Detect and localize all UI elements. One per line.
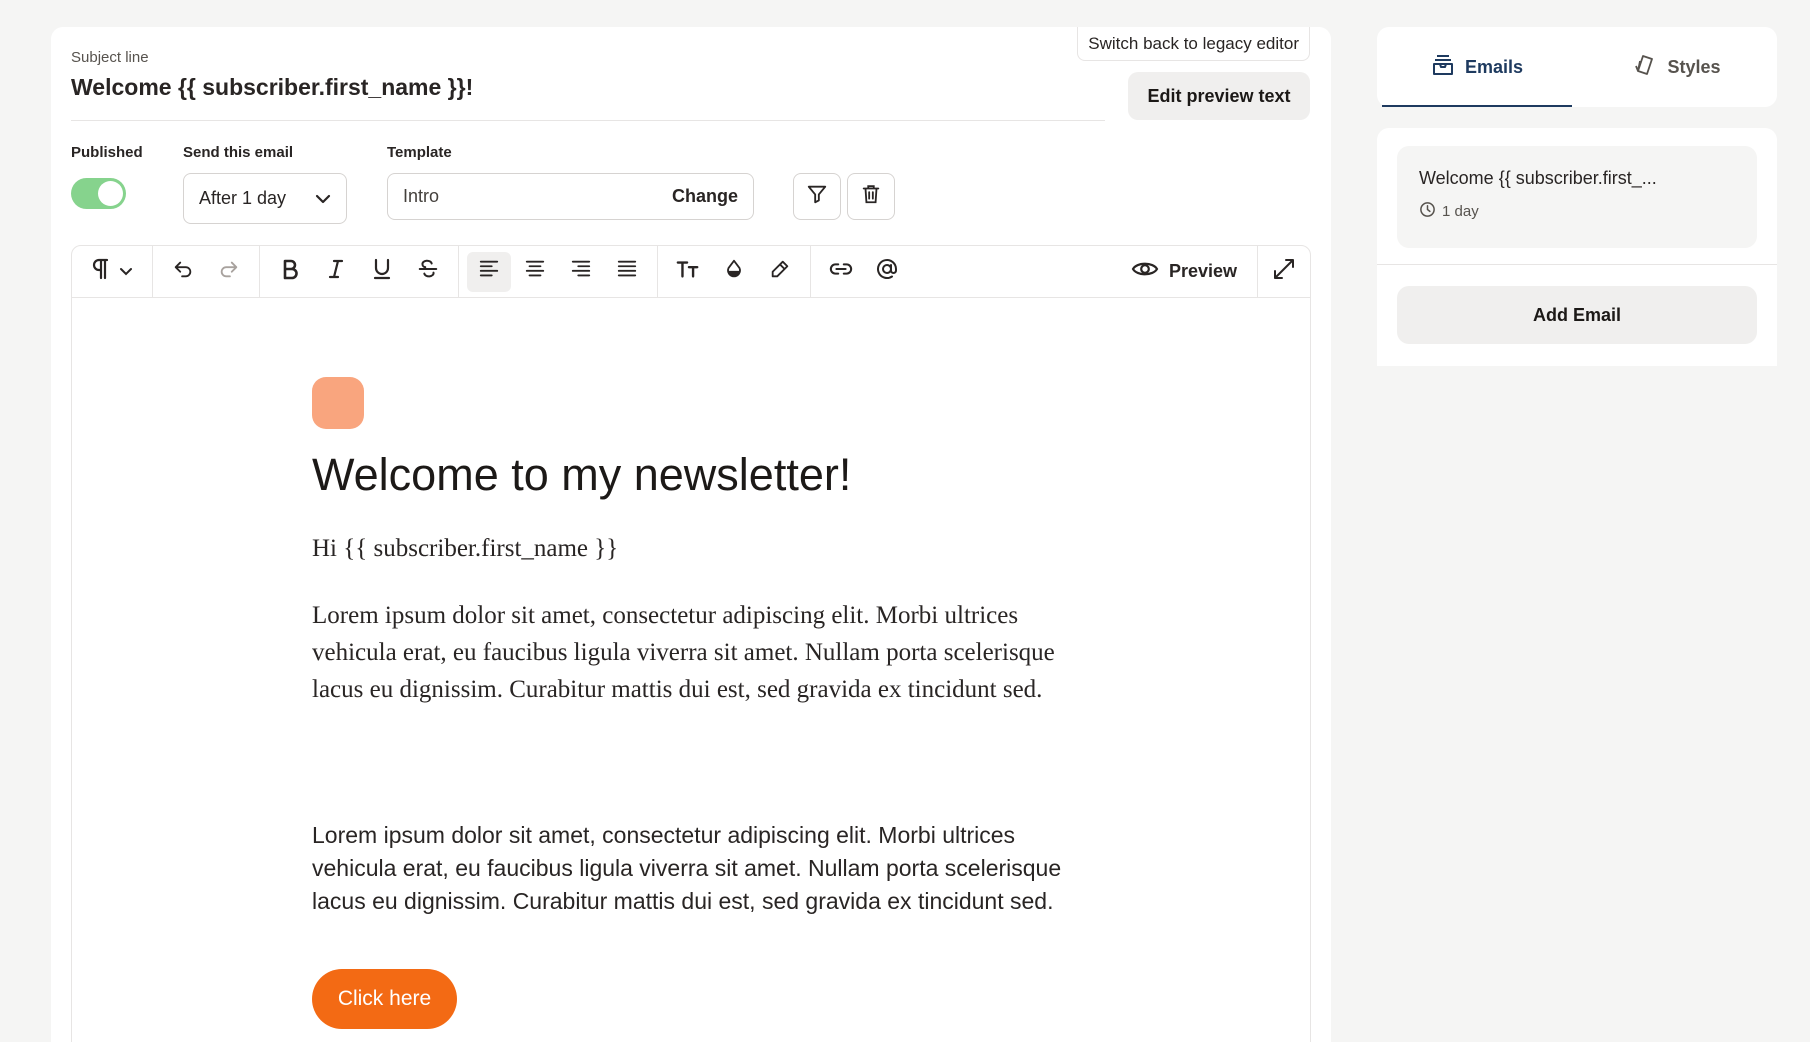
sequence-email-delay-text: 1 day <box>1442 203 1479 220</box>
link-button[interactable] <box>819 252 863 292</box>
color-drop-icon <box>723 258 745 285</box>
undo-button[interactable] <box>161 252 205 292</box>
email-editor-card: Switch back to legacy editor Subject lin… <box>51 27 1331 1042</box>
link-icon <box>829 258 853 285</box>
email-paragraph-serif[interactable]: Lorem ipsum dolor sit amet, consectetur … <box>312 597 1102 708</box>
mention-button[interactable] <box>865 252 909 292</box>
insert-group <box>811 246 917 297</box>
delete-email-button[interactable] <box>847 173 895 220</box>
filter-button[interactable] <box>793 173 841 220</box>
clock-icon <box>1419 201 1436 222</box>
sidebar-tabs: Emails Styles <box>1377 27 1777 107</box>
align-right-button[interactable] <box>559 252 603 292</box>
inbox-stack-icon <box>1431 53 1455 82</box>
redo-icon <box>218 258 240 285</box>
sidebar-divider <box>1377 264 1777 265</box>
email-sequence-panel: Welcome {{ subscriber.first_... 1 day Ad… <box>1377 128 1777 366</box>
bold-button[interactable] <box>268 252 312 292</box>
send-delay-select[interactable]: After 1 day <box>183 173 347 224</box>
tab-emails[interactable]: Emails <box>1382 27 1572 107</box>
preview-button[interactable]: Preview <box>1111 246 1258 297</box>
format-group <box>658 246 811 297</box>
underline-button[interactable] <box>360 252 404 292</box>
send-email-label: Send this email <box>183 144 294 161</box>
expand-button[interactable] <box>1258 246 1310 297</box>
block-type-group <box>72 246 153 297</box>
underline-icon <box>372 258 392 285</box>
bold-icon <box>280 258 300 285</box>
preview-label: Preview <box>1168 261 1237 281</box>
tab-styles[interactable]: Styles <box>1582 27 1772 107</box>
align-center-button[interactable] <box>513 252 557 292</box>
email-paragraph-sans[interactable]: Lorem ipsum dolor sit amet, consectetur … <box>312 819 1102 918</box>
sequence-email-title: Welcome {{ subscriber.first_... <box>1419 168 1657 188</box>
align-center-icon <box>524 258 546 285</box>
trash-icon <box>860 183 882 210</box>
published-toggle[interactable] <box>71 178 126 209</box>
align-left-button[interactable] <box>467 251 511 292</box>
text-color-button[interactable] <box>712 252 756 292</box>
tab-emails-label: Emails <box>1464 56 1524 77</box>
active-tab-indicator <box>1382 105 1572 107</box>
subject-line-label: Subject line <box>71 49 149 66</box>
swatch-icon <box>1633 53 1657 82</box>
history-group <box>153 246 260 297</box>
text-size-button[interactable] <box>666 252 710 292</box>
strikethrough-icon <box>417 258 439 285</box>
sequence-email-delay: 1 day <box>1419 201 1735 222</box>
expand-icon <box>1272 257 1296 286</box>
legacy-editor-button[interactable]: Switch back to legacy editor <box>1077 27 1310 61</box>
chevron-down-icon <box>315 191 331 207</box>
mention-icon <box>875 257 899 286</box>
email-logo[interactable] <box>312 377 364 429</box>
sequence-email-card[interactable]: Welcome {{ subscriber.first_... 1 day <box>1397 146 1757 248</box>
highlight-button[interactable] <box>758 252 802 292</box>
email-greeting[interactable]: Hi {{ subscriber.first_name }} <box>312 535 618 563</box>
italic-button[interactable] <box>314 252 358 292</box>
align-justify-button[interactable] <box>605 252 649 292</box>
align-left-icon <box>478 258 500 285</box>
published-label: Published <box>71 144 143 161</box>
pilcrow-icon <box>91 258 111 285</box>
highlight-pen-icon <box>769 258 791 285</box>
template-change-button[interactable]: Change <box>672 186 738 207</box>
email-content-canvas[interactable]: Welcome to my newsletter! Hi {{ subscrib… <box>71 297 1311 1042</box>
email-heading[interactable]: Welcome to my newsletter! <box>312 449 851 501</box>
align-justify-icon <box>616 258 638 285</box>
align-right-icon <box>570 258 592 285</box>
template-value: Intro <box>403 186 440 206</box>
eye-icon <box>1131 258 1159 285</box>
email-cta-button[interactable]: Click here <box>312 969 457 1029</box>
strikethrough-button[interactable] <box>406 252 450 292</box>
block-type-dropdown[interactable] <box>80 252 144 292</box>
redo-button[interactable] <box>207 252 251 292</box>
subject-line-input[interactable]: Welcome {{ subscriber.first_name }}! <box>71 74 473 101</box>
editor-toolbar: Preview <box>71 245 1311 298</box>
alignment-group <box>459 246 658 297</box>
add-email-button[interactable]: Add Email <box>1397 286 1757 344</box>
filter-icon <box>806 183 828 210</box>
undo-icon <box>172 258 194 285</box>
subject-divider <box>71 120 1105 121</box>
italic-icon <box>326 258 346 285</box>
chevron-down-icon <box>119 263 133 281</box>
template-field: Intro Change <box>387 173 754 220</box>
text-style-group <box>260 246 459 297</box>
tab-styles-label: Styles <box>1667 56 1721 77</box>
toggle-knob <box>98 181 123 206</box>
text-size-icon <box>676 258 700 285</box>
edit-preview-text-button[interactable]: Edit preview text <box>1128 72 1310 120</box>
send-delay-value: After 1 day <box>199 188 287 208</box>
template-label: Template <box>387 144 452 161</box>
